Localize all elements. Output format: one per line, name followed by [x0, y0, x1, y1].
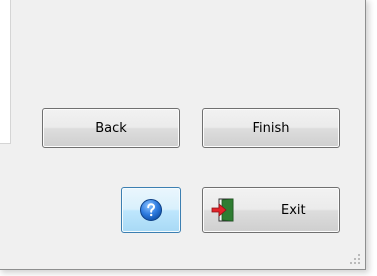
- back-button[interactable]: Back: [42, 108, 180, 148]
- exit-button[interactable]: Exit: [202, 187, 340, 233]
- exit-button-label: Exit: [281, 202, 306, 218]
- finish-button[interactable]: Finish: [202, 108, 340, 148]
- help-icon: [140, 199, 162, 221]
- finish-button-label: Finish: [252, 120, 290, 136]
- content-panel: [0, 0, 11, 144]
- resize-grip-icon[interactable]: [348, 252, 362, 266]
- help-button[interactable]: [121, 187, 181, 233]
- exit-door-icon: [211, 198, 234, 222]
- stage: Back Finish Exit: [0, 0, 377, 276]
- dialog-window: Back Finish Exit: [0, 0, 366, 270]
- back-button-label: Back: [95, 120, 127, 136]
